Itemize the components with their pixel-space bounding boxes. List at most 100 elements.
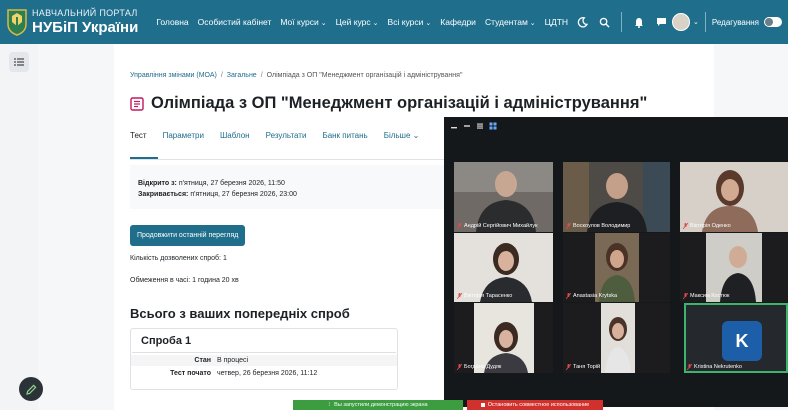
site-logo[interactable]: НАВЧАЛЬНИЙ ПОРТАЛ НУБіП України [6,8,138,36]
logo-title-top: НАВЧАЛЬНИЙ ПОРТАЛ [32,8,138,18]
university-crest-icon [6,8,28,36]
continue-attempt-button[interactable]: Продовжити останній перегляд [130,225,246,246]
edit-mode-toggle[interactable] [764,17,782,27]
quiz-icon [130,96,144,111]
page-title-text: Олімпіада з ОП "Менеджмент організацій і… [151,94,648,112]
open-date-value: п'ятниця, 27 березня 2026, 11:50 [178,180,285,187]
participant-tile[interactable]: Андрій Сергійович Михайлук [454,162,553,232]
participant-tile[interactable]: Вікторія Оденко [680,162,788,232]
participant-name: Андрій Сергійович Михайлук [456,222,537,230]
tab-results[interactable]: Результати [266,131,307,148]
attempt-started-label: Тест почато [170,370,211,377]
list-icon [14,58,24,66]
open-course-index-button[interactable] [9,52,29,72]
participant-video [680,233,788,302]
mic-muted-icon [456,292,463,300]
nav-all-courses[interactable]: Всі курси ⌄ [388,17,432,27]
quiz-tabs: Тест Параметри Шаблон Результати Банк пи… [130,131,435,148]
chevron-down-icon: ⌄ [412,131,420,140]
participant-tile-active[interactable]: K Kristina Nekrutenko [684,303,788,373]
breadcrumb-current: Олімпіада з ОП "Менеджмент організацій і… [266,72,463,79]
previous-attempts-heading: Всього з ваших попередніх спроб [130,306,350,321]
nav-students[interactable]: Студентам ⌄ [485,17,536,27]
nav-dashboard[interactable]: Особистий кабінет [198,17,272,27]
edit-mode-label: Редагування [711,17,759,27]
user-avatar[interactable] [672,13,691,31]
participant-name: Kristina Nekrutenko [686,363,742,371]
breadcrumb-course[interactable]: Управління змінами (МОА) [130,72,217,79]
menu-icon[interactable] [476,122,484,130]
tab-template[interactable]: Шаблон [220,131,250,148]
page-title: Олімпіада з ОП "Менеджмент організацій і… [130,94,647,113]
attempt-row-state: Стан В процесі [131,355,397,366]
edit-pencil-button[interactable] [19,377,43,401]
mic-muted-icon [456,363,463,371]
tab-more[interactable]: Більше ⌄ [384,131,420,148]
participant-name: Вікторія Тарасенко [456,292,512,300]
participant-tile[interactable]: Максим Костюк [680,233,788,302]
video-call-window: Андрій Сергійович Михайлук Воскоулов Вол… [444,117,788,407]
open-date-label: Відкрито з: [138,180,177,187]
nav-home[interactable]: Головна [156,17,188,27]
breadcrumb: Управління змінами (МОА) / Загальне / Олімпі… [130,72,463,79]
chevron-down-icon: ⌄ [529,20,536,27]
call-toolbar [450,122,502,130]
search-icon[interactable] [597,15,611,29]
participant-tile[interactable]: Воскоулов Володимир [563,162,670,232]
attempts-allowed: Кількість дозволених спроб: 1 [130,255,227,262]
nav-divider [704,12,706,32]
mic-muted-icon [565,363,572,371]
participant-tile[interactable]: Таня Торій [563,303,670,373]
participant-name: Вікторія Оденко [682,222,731,230]
participant-name: Воскоулов Володимир [565,222,630,230]
breadcrumb-section[interactable]: Загальне [227,72,257,79]
main-menu: Головна Особистий кабінет Мої курси ⌄ Цей… [156,17,577,27]
participant-tile[interactable]: Вікторія Тарасенко [454,233,553,302]
participant-tile[interactable]: Богдана Дудяк [454,303,553,373]
screen-share-banner: ⁝ Вы запустили демонстрацию экрана Остан… [293,400,603,410]
chat-bubble-icon[interactable] [654,15,668,29]
participant-video [454,162,553,232]
participant-name: Максим Костюк [682,292,729,300]
attempt-row-started: Тест почато четвер, 26 березня 2026, 11:… [131,368,397,379]
chevron-down-icon: ⌄ [320,20,327,27]
attempt-started-value: четвер, 26 березня 2026, 11:12 [217,370,318,377]
participant-name: Богдана Дудяк [456,363,501,371]
nav-divider [621,12,623,32]
dash-icon[interactable] [463,122,471,130]
attempt-state-label: Стан [194,357,211,364]
bell-icon[interactable] [632,15,646,29]
chevron-down-icon: ⌄ [372,20,379,27]
mic-muted-icon [686,363,693,371]
participant-name: Таня Торій [565,363,600,371]
drag-handle-icon[interactable]: ⁝ [328,402,330,408]
participant-video [454,303,553,373]
mic-muted-icon [565,292,572,300]
close-date-label: Закривається: [138,191,189,198]
left-drawer-strip [0,44,38,410]
participant-video [563,162,670,232]
close-date-value: п'ятниця, 27 березня 2026, 23:00 [190,191,297,198]
mic-muted-icon [565,222,572,230]
participant-initial-avatar: K [722,321,762,361]
nav-cdtn[interactable]: ЦДТН [545,17,568,27]
nav-my-courses[interactable]: Мої курси ⌄ [280,17,326,27]
chevron-down-icon[interactable]: ⌄ [693,18,699,26]
mic-muted-icon [456,222,463,230]
grid-view-icon[interactable] [489,122,497,130]
participant-tile[interactable]: Anastasia Krytska [563,233,670,302]
pencil-icon [25,384,36,395]
tab-question-bank[interactable]: Банк питань [322,131,367,148]
tab-settings[interactable]: Параметри [163,131,204,148]
participant-name: Anastasia Krytska [565,292,617,300]
nav-this-course[interactable]: Цей курс ⌄ [336,17,379,27]
stop-sharing-button[interactable]: Остановить совместное использование [467,400,603,410]
tab-quiz[interactable]: Тест [130,131,147,148]
time-limit: Обмеження в часі: 1 година 20 хв [130,277,239,284]
minimize-icon[interactable] [450,122,458,130]
nav-departments[interactable]: Кафедри [440,17,476,27]
attempt-summary-card: Спроба 1 Стан В процесі Тест почато четв… [130,328,398,390]
dark-mode-moon-icon[interactable] [575,15,589,29]
chevron-down-icon: ⌄ [425,20,432,27]
attempt-state-value: В процесі [217,357,249,364]
